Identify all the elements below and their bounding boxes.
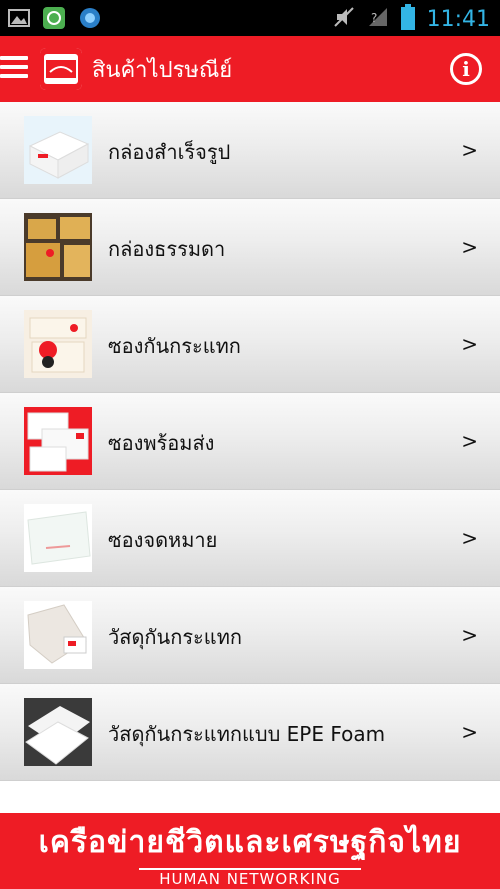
info-icon[interactable]: i: [450, 53, 482, 85]
list-item-label: กล่องสำเร็จรูป: [108, 140, 231, 164]
app-bar: สินค้าไปรษณีย์ i: [0, 36, 500, 102]
no-signal-icon: ?: [367, 6, 389, 32]
app-icon: [42, 6, 66, 34]
footer-banner: เครือข่ายชีวิตและเศรษฐกิจไทย HUMAN NETWO…: [0, 813, 500, 889]
epe-foam-thumbnail: [24, 698, 92, 766]
thailand-post-logo[interactable]: [40, 48, 82, 90]
chevron-right-icon: >: [461, 429, 478, 453]
notification-icons: [8, 6, 102, 34]
padded-envelope-thumbnail: [24, 310, 92, 378]
hamburger-icon[interactable]: [0, 56, 30, 82]
svg-text:?: ?: [371, 11, 377, 25]
list-item-regular-box[interactable]: กล่องธรรมดา >: [0, 199, 500, 296]
chevron-right-icon: >: [461, 720, 478, 744]
chevron-right-icon: >: [461, 332, 478, 356]
banner-subtitle: HUMAN NETWORKING: [139, 868, 361, 888]
list-item-cushioning-material[interactable]: วัสดุกันกระแทก >: [0, 587, 500, 684]
list-item-ready-to-send-envelope[interactable]: ซองพร้อมส่ง >: [0, 393, 500, 490]
list-item-label: ซองกันกระแทก: [108, 334, 241, 358]
list-item-letter-envelope[interactable]: ซองจดหมาย >: [0, 490, 500, 587]
product-list: กล่องสำเร็จรูป > กล่องธรรมดา > ซองกันกระ…: [0, 102, 500, 781]
list-item-label: ซองพร้อมส่ง: [108, 431, 215, 455]
list-item-label: วัสดุกันกระแทกแบบ EPE Foam: [108, 722, 386, 746]
letter-envelope-thumbnail: [24, 504, 92, 572]
list-item-epe-foam[interactable]: วัสดุกันกระแทกแบบ EPE Foam >: [0, 684, 500, 781]
list-item-padded-envelope[interactable]: ซองกันกระแทก >: [0, 296, 500, 393]
status-bar: ? 11:41: [0, 0, 500, 36]
chevron-right-icon: >: [461, 235, 478, 259]
banner-slogan: เครือข่ายชีวิตและเศรษฐกิจไทย: [38, 825, 462, 860]
cushioning-material-thumbnail: [24, 601, 92, 669]
list-item-label: วัสดุกันกระแทก: [108, 625, 242, 649]
page-title: สินค้าไปรษณีย์: [92, 58, 233, 83]
clock: 11:41: [426, 6, 490, 32]
ready-to-send-envelope-thumbnail: [24, 407, 92, 475]
chevron-right-icon: >: [461, 138, 478, 162]
browser-icon: [78, 6, 102, 34]
list-item-label: กล่องธรรมดา: [108, 237, 226, 261]
mute-icon: [333, 6, 355, 32]
image-icon: [8, 8, 30, 32]
chevron-right-icon: >: [461, 623, 478, 647]
system-icons: ? 11:41: [333, 4, 490, 34]
list-item-ready-made-box[interactable]: กล่องสำเร็จรูป >: [0, 102, 500, 199]
chevron-right-icon: >: [461, 526, 478, 550]
regular-box-thumbnail: [24, 213, 92, 281]
battery-icon: [400, 4, 415, 34]
ready-made-box-thumbnail: [24, 116, 92, 184]
list-item-label: ซองจดหมาย: [108, 528, 218, 552]
